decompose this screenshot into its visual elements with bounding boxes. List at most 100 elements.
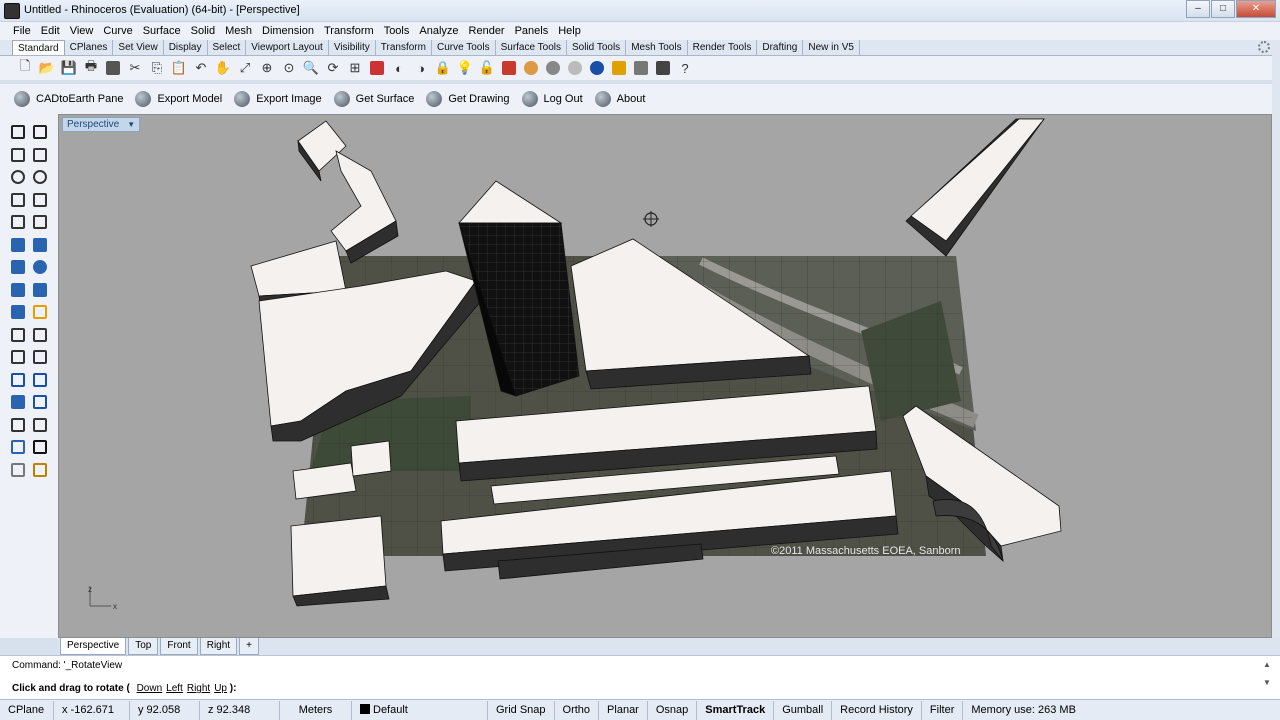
- view-tab-top[interactable]: Top: [128, 638, 159, 655]
- cplane-status[interactable]: CPlane: [0, 700, 54, 720]
- toggle-planar[interactable]: Planar: [599, 700, 648, 720]
- toolbar-tab-set-view[interactable]: Set View: [113, 40, 164, 55]
- menu-edit[interactable]: Edit: [36, 22, 65, 40]
- paste-icon[interactable]: 📋: [168, 58, 190, 78]
- view-tab-perspective[interactable]: Perspective: [60, 638, 127, 655]
- export-model-button[interactable]: Export Model: [135, 91, 222, 107]
- units-status[interactable]: Meters: [280, 700, 352, 720]
- menu-analyze[interactable]: Analyze: [414, 22, 463, 40]
- save-icon[interactable]: 💾: [58, 58, 80, 78]
- toolbar-tab-drafting[interactable]: Drafting: [757, 40, 804, 55]
- add-view-tab-button[interactable]: +: [239, 638, 259, 655]
- viewport-menu-arrow-icon[interactable]: ▼: [127, 118, 137, 131]
- lock-2-icon[interactable]: 🔓: [476, 58, 498, 78]
- toolbar-tab-select[interactable]: Select: [208, 40, 247, 55]
- arc-icon[interactable]: [8, 212, 28, 232]
- settings-icon[interactable]: [630, 58, 652, 78]
- toggle-ortho[interactable]: Ortho: [555, 700, 600, 720]
- toggle-record-history[interactable]: Record History: [832, 700, 922, 720]
- rectangle-icon[interactable]: [30, 190, 50, 210]
- option-right[interactable]: Right: [187, 683, 210, 694]
- menu-surface[interactable]: Surface: [138, 22, 186, 40]
- toolbar-tab-display[interactable]: Display: [164, 40, 208, 55]
- log-out-button[interactable]: Log Out: [521, 91, 583, 107]
- viewport-title[interactable]: Perspective ▼: [62, 117, 141, 132]
- select-icon[interactable]: [8, 122, 28, 142]
- get-surface-button[interactable]: Get Surface: [333, 91, 414, 107]
- toolbar-tab-new-in-v5[interactable]: New in V5: [803, 40, 860, 55]
- hide-icon[interactable]: ◐: [388, 58, 410, 78]
- polyline-icon[interactable]: [8, 145, 28, 165]
- toolbar-tab-standard[interactable]: Standard: [12, 40, 65, 55]
- option-up[interactable]: Up: [214, 683, 227, 694]
- toolbar-tab-curve-tools[interactable]: Curve Tools: [432, 40, 496, 55]
- cadtoearth-pane-button[interactable]: CADtoEarth Pane: [14, 91, 123, 107]
- color-wheel-icon[interactable]: [520, 58, 542, 78]
- cylinder-icon[interactable]: [8, 280, 28, 300]
- boolean-union-icon[interactable]: [8, 325, 28, 345]
- about-button[interactable]: About: [594, 91, 645, 107]
- menu-curve[interactable]: Curve: [98, 22, 137, 40]
- sphere-icon[interactable]: [30, 257, 50, 277]
- toggle-gumball[interactable]: Gumball: [774, 700, 833, 720]
- menu-solid[interactable]: Solid: [186, 22, 220, 40]
- menu-render[interactable]: Render: [464, 22, 510, 40]
- four-viewports-icon[interactable]: ⊞: [344, 58, 366, 78]
- close-button[interactable]: ✕: [1236, 0, 1276, 18]
- surface-edges-icon[interactable]: [8, 235, 28, 255]
- sphere-shaded-icon[interactable]: [542, 58, 564, 78]
- render-icon[interactable]: [498, 58, 520, 78]
- undo-icon[interactable]: ↶: [190, 58, 212, 78]
- polygon-icon[interactable]: [8, 190, 28, 210]
- boolean-icon[interactable]: [30, 280, 50, 300]
- cut-icon[interactable]: ✂: [124, 58, 146, 78]
- layer-status[interactable]: Default: [352, 700, 488, 720]
- toggle-osnap[interactable]: Osnap: [648, 700, 698, 720]
- mesh-icon[interactable]: [8, 392, 28, 412]
- help-icon[interactable]: ?: [674, 58, 696, 78]
- zoom-window-icon[interactable]: ⊕: [256, 58, 278, 78]
- zoom-selected-icon[interactable]: ⊙: [278, 58, 300, 78]
- analyze-icon[interactable]: [8, 437, 28, 457]
- zoom-extents-icon[interactable]: ⤢: [234, 58, 256, 78]
- group-icon[interactable]: [30, 415, 50, 435]
- toolbar-tab-cplanes[interactable]: CPlanes: [65, 40, 114, 55]
- car-icon[interactable]: [366, 58, 388, 78]
- move-icon[interactable]: [8, 302, 28, 322]
- toolbar-tab-surface-tools[interactable]: Surface Tools: [496, 40, 567, 55]
- command-prompt[interactable]: Click and drag to rotate ( Down Left Right…: [12, 683, 236, 694]
- command-scroll-arrows-icon[interactable]: ▲ ▼: [1262, 660, 1272, 698]
- toggle-filter[interactable]: Filter: [922, 700, 964, 720]
- text-icon[interactable]: [8, 370, 28, 390]
- command-area[interactable]: Command: '_RotateView Click and drag to …: [0, 655, 1280, 699]
- toolbar-tab-solid-tools[interactable]: Solid Tools: [567, 40, 627, 55]
- get-drawing-button[interactable]: Get Drawing: [426, 91, 510, 107]
- toolbar-tab-viewport-layout[interactable]: Viewport Layout: [246, 40, 329, 55]
- rotate-icon[interactable]: [30, 302, 50, 322]
- toolbar-tab-mesh-tools[interactable]: Mesh Tools: [626, 40, 688, 55]
- menu-mesh[interactable]: Mesh: [220, 22, 257, 40]
- minimize-button[interactable]: –: [1186, 0, 1210, 18]
- toolbar-tab-transform[interactable]: Transform: [376, 40, 432, 55]
- render-material-icon[interactable]: [8, 460, 28, 480]
- copy-icon[interactable]: ⎘: [146, 58, 168, 78]
- toggle-smarttrack[interactable]: SmartTrack: [697, 700, 775, 720]
- point-icon[interactable]: [30, 122, 50, 142]
- menu-transform[interactable]: Transform: [319, 22, 379, 40]
- extrude-surface-icon[interactable]: [30, 235, 50, 255]
- mesh-tools-icon[interactable]: [30, 392, 50, 412]
- menu-panels[interactable]: Panels: [510, 22, 554, 40]
- blend-icon[interactable]: [30, 347, 50, 367]
- gear-icon[interactable]: [1258, 41, 1270, 53]
- maximize-button[interactable]: □: [1211, 0, 1235, 18]
- sphere-grey-icon[interactable]: [564, 58, 586, 78]
- boolean-split-icon[interactable]: [30, 325, 50, 345]
- box-icon[interactable]: [8, 257, 28, 277]
- circle-icon[interactable]: [8, 167, 28, 187]
- export-image-button[interactable]: Export Image: [234, 91, 322, 107]
- toolbar-tab-render-tools[interactable]: Render Tools: [688, 40, 758, 55]
- sphere-blue-icon[interactable]: [586, 58, 608, 78]
- toolbar-tab-visibility[interactable]: Visibility: [329, 40, 376, 55]
- paint-icon[interactable]: [30, 460, 50, 480]
- menu-help[interactable]: Help: [553, 22, 586, 40]
